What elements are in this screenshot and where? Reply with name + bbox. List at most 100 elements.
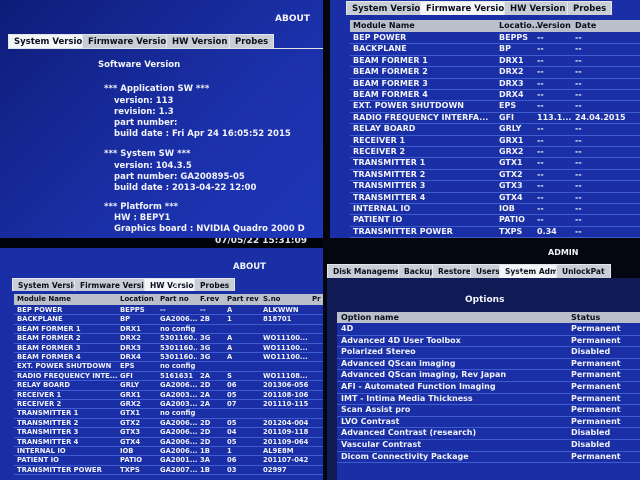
table-cell: --	[537, 44, 544, 54]
table-row[interactable]: TRANSMITTER POWER TXPS 0.34 --	[350, 226, 640, 238]
table-cell: BP	[120, 315, 131, 324]
table-cell: --	[575, 135, 582, 145]
table-cell: 201109-118	[263, 428, 309, 437]
table-cell: 201107-042	[263, 456, 309, 465]
table-cell: GA2001...	[160, 456, 197, 465]
table-cell: 5301160...	[160, 353, 197, 361]
table-cell: 05	[227, 437, 237, 446]
table-cell: Advanced QScan imaging, Rev Japan	[341, 370, 507, 380]
table-cell: --	[575, 204, 582, 213]
col-f-rev[interactable]: F.rev	[200, 295, 219, 303]
table-cell: --	[537, 215, 544, 225]
table-cell: PATIO	[120, 456, 143, 465]
table-cell: --	[575, 215, 582, 225]
tab-hw-version[interactable]: HW Version	[504, 1, 572, 15]
col-part-rev[interactable]: Part rev	[227, 295, 259, 303]
table-cell: 201109-064	[263, 437, 309, 446]
table-cell: TRANSMITTER 1	[17, 409, 79, 418]
col-s-no[interactable]: S.no	[263, 295, 281, 303]
table-cell: GA2006...	[160, 418, 197, 427]
col-status[interactable]: Status	[571, 313, 600, 322]
table-cell: 2A	[200, 371, 210, 380]
table-cell: TRANSMITTER POWER	[17, 465, 102, 474]
table-cell: Advanced 4D User Toolbox	[341, 335, 461, 345]
sys-version: version: 104.3.5	[114, 161, 192, 171]
col-module-name[interactable]: Module Name	[353, 21, 415, 30]
table-cell: 02997	[263, 465, 287, 474]
tab-unlock-pat[interactable]: UnlockPat	[556, 264, 611, 278]
tab-probes[interactable]: Probes	[567, 1, 613, 15]
table-cell: GRX2	[120, 400, 141, 408]
table-cell: 201108-106	[263, 390, 309, 399]
table-cell: --	[575, 158, 582, 168]
table-cell: GA2006...	[160, 447, 197, 455]
platform-hw: HW : BEPY1	[114, 213, 171, 223]
table-cell: --	[537, 181, 544, 191]
table-cell: DRX1	[499, 55, 524, 65]
table-cell: Disabled	[571, 347, 611, 357]
tab-firmware-version[interactable]: Firmware Version	[420, 1, 517, 15]
tab-firmware-version[interactable]: Firmware Version	[82, 34, 179, 48]
table-cell: no config	[160, 409, 196, 418]
table-cell: Advanced QScan imaging	[341, 358, 456, 368]
tab-bar: System Version Firmware Version HW Versi…	[8, 34, 323, 48]
table-cell: 5301160...	[160, 343, 197, 352]
tab-bar: System Version Firmware Version HW Versi…	[12, 278, 323, 291]
table-cell: --	[537, 90, 544, 99]
table-cell: 05	[227, 418, 237, 427]
table-cell: GTX2	[499, 169, 523, 179]
col-date[interactable]: Date	[575, 21, 596, 30]
tab-probes[interactable]: Probes	[229, 34, 275, 48]
sys-sw-heading: *** System SW ***	[104, 149, 191, 159]
col-version[interactable]: Version	[537, 21, 571, 30]
table-cell: BEAM FORMER 2	[17, 334, 81, 343]
table-cell: TRANSMITTER 4	[17, 437, 79, 446]
table-cell: 3A	[200, 456, 210, 465]
table-cell: DRX4	[120, 353, 141, 361]
table-cell: DRX3	[120, 343, 141, 352]
options-heading: Options	[465, 295, 505, 305]
col-location[interactable]: Locatio...	[499, 21, 541, 30]
col-part-no[interactable]: Part no	[160, 295, 189, 303]
table-cell: 5161631	[160, 371, 194, 380]
table-cell: --	[200, 306, 206, 314]
table-cell: Permanent	[571, 451, 621, 461]
table-cell: 2D	[200, 381, 211, 390]
sys-build-date: build date : 2013-04-22 12:00	[114, 183, 257, 193]
table-cell: Scan Assist pro	[341, 405, 411, 415]
tab-probes[interactable]: Probes	[194, 278, 236, 291]
table-cell: BEAM FORMER 2	[353, 67, 428, 77]
table-cell: Polarized Stereo	[341, 347, 416, 357]
table-cell: GTX1	[120, 409, 141, 418]
table-cell: Permanent	[571, 335, 621, 345]
admin-options-panel: ADMIN Disk Management Backup Restore Use…	[323, 240, 640, 480]
table-cell: EPS	[499, 101, 517, 111]
table-cell: PATIENT IO	[17, 456, 59, 465]
tab-hw-version[interactable]: HW Version	[166, 34, 234, 48]
table-cell: GTX2	[120, 418, 141, 427]
table-cell: ALKWWN	[263, 306, 299, 314]
options-area: Options Option name Status 4D Permanent Ad…	[327, 278, 640, 480]
pointer-cursor: ➚	[170, 282, 179, 293]
table-cell: BEAM FORMER 4	[17, 353, 81, 361]
col-pr[interactable]: Pr	[312, 295, 321, 303]
table-cell: 1	[227, 315, 232, 324]
table-cell: AL9E8M	[263, 447, 294, 455]
table-cell: TRANSMITTER 1	[353, 158, 426, 168]
table-cell: --	[537, 67, 544, 77]
table-cell: --	[575, 90, 582, 99]
table-row[interactable]: Dicom Connectivity Package Permanent	[337, 451, 640, 464]
table-row[interactable]: TRANSMITTER POWER TXPS GA2007... 1B 03 02997	[14, 465, 323, 476]
platform-heading: *** Platform ***	[104, 202, 179, 212]
table-cell: A	[227, 306, 233, 314]
table-cell: BEAM FORMER 1	[17, 324, 81, 333]
table-cell: EPS	[120, 362, 135, 371]
table-header: Module Name Location Part no F.rev Part …	[14, 294, 323, 305]
table-cell: 24.04.2015	[575, 112, 626, 122]
col-option-name[interactable]: Option name	[341, 313, 399, 322]
table-cell: Permanent	[571, 405, 621, 415]
col-location[interactable]: Location	[120, 295, 154, 303]
table-cell: INTERNAL IO	[17, 447, 66, 455]
col-module-name[interactable]: Module Name	[17, 295, 71, 303]
app-part-number: part number:	[114, 118, 178, 128]
